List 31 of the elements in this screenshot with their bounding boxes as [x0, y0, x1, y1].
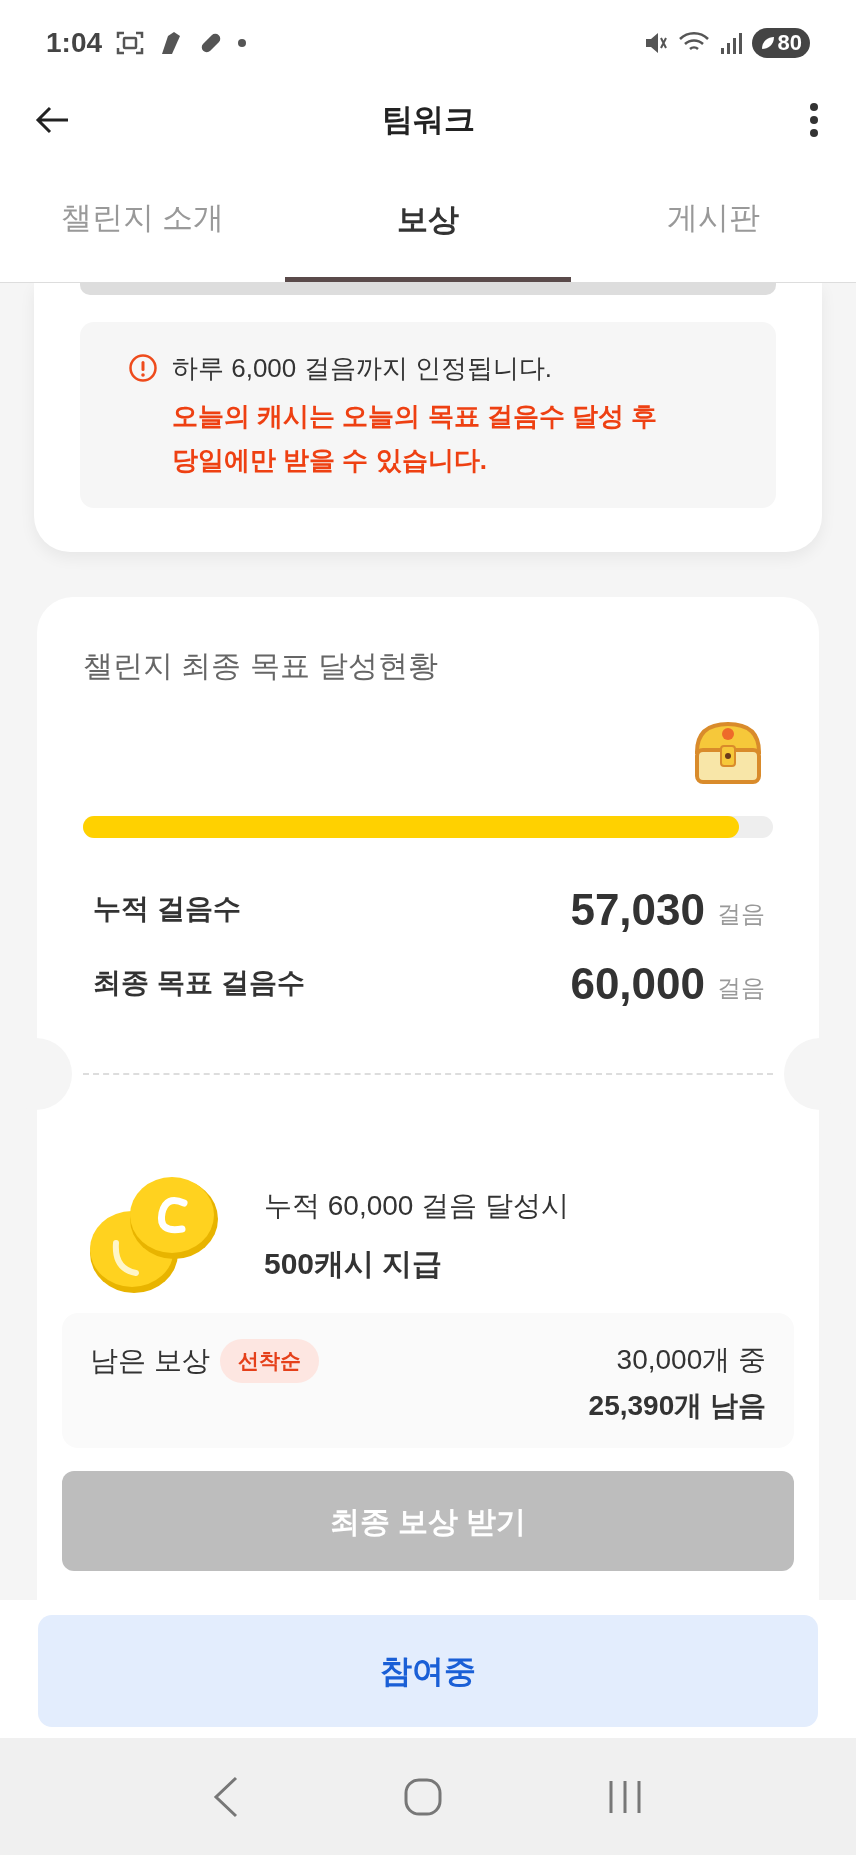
nav-home-icon[interactable] [404, 1777, 442, 1816]
status-time: 1:04 [46, 25, 103, 60]
alert-icon [128, 353, 158, 383]
reward-amount: 500캐시 지급 [264, 1245, 444, 1282]
mute-icon [643, 30, 668, 55]
card-title: 챌린지 최종 목표 달성현황 [83, 648, 439, 684]
page-title: 팀워크 [381, 100, 475, 139]
nav-back-icon[interactable] [212, 1775, 239, 1818]
warning-text: 오늘의 캐시는 오늘의 목표 걸음수 달성 후 당일에만 받을 수 있습니다. [172, 400, 659, 477]
remaining-label: 남은 보상 [90, 1343, 210, 1378]
nav-recents-icon[interactable] [607, 1778, 644, 1815]
remaining-count: 25,390개 남음 [588, 1389, 766, 1423]
tab[interactable]: 챌린지 소개 [0, 155, 286, 282]
reward-condition: 누적 60,000 걸음 달성시 [264, 1188, 569, 1223]
notice-text: 하루 6,000 걸음까지 인정됩니다. [172, 352, 553, 385]
tab[interactable]: 게시판 [570, 155, 856, 282]
stat-unit: 걸음 [717, 899, 765, 929]
screenshot-icon [116, 29, 145, 56]
joined-button[interactable]: 참여중 [38, 1615, 818, 1727]
battery-indicator: 80 [751, 27, 810, 58]
stat-value: 60,000 [570, 958, 705, 1010]
stat-label: 최종 목표 걸음수 [93, 966, 305, 1000]
stat-unit: 걸음 [717, 973, 765, 1003]
more-icon [810, 103, 818, 137]
back-arrow-icon [34, 105, 70, 135]
stat-value: 57,030 [570, 884, 705, 936]
notification-dot-icon [238, 38, 247, 47]
first-come-tag: 선착순 [219, 1339, 319, 1383]
signal-icon [719, 30, 742, 55]
remaining-total: 30,000개 중 [616, 1343, 766, 1377]
stat-label: 누적 걸음수 [93, 892, 241, 926]
